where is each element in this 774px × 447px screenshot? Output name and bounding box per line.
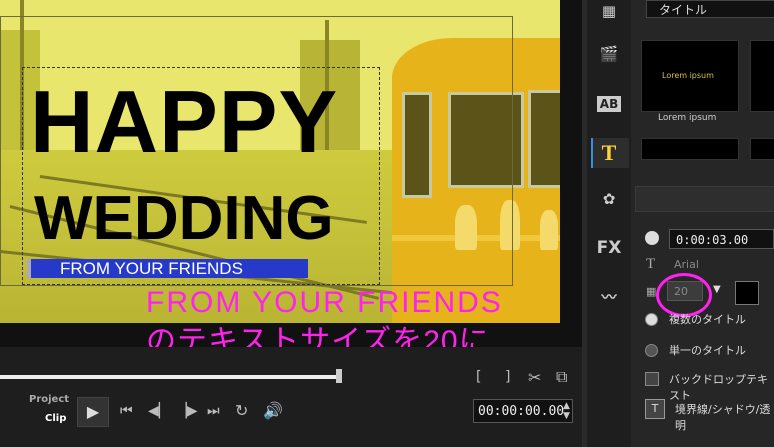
title-line-wedding[interactable]: WEDDING xyxy=(34,188,334,250)
tool-path[interactable]: 〰 xyxy=(587,280,631,314)
subtitle-text[interactable]: FROM YOUR FRIENDS xyxy=(60,259,243,279)
title-icon: T xyxy=(601,140,617,165)
font-name-field[interactable]: Arial xyxy=(674,258,699,271)
scrubber-handle[interactable] xyxy=(336,369,342,383)
tool-fx[interactable]: FX xyxy=(587,231,631,265)
train-figure xyxy=(500,200,520,250)
transition-icon: AB xyxy=(596,96,622,112)
category-value: タイトル xyxy=(659,3,708,17)
border-shadow-label[interactable]: 境界線/シャドウ/透明 xyxy=(675,401,774,433)
tool-title[interactable]: T xyxy=(587,136,631,170)
train-figure xyxy=(455,205,477,250)
path-icon: 〰 xyxy=(601,288,617,306)
title-thumbnail[interactable] xyxy=(750,138,774,160)
preview-window: HAPPY WEDDING FROM YOUR FRIENDS FROM YOU… xyxy=(0,0,582,347)
font-size-icon: ▦ xyxy=(646,285,657,298)
radio-multiple-titles[interactable] xyxy=(645,313,658,326)
backdrop-text-label: バックドロップテキスト xyxy=(669,373,768,402)
enlarge-preview-icon[interactable]: ⧉ xyxy=(556,367,567,387)
train-window xyxy=(448,92,524,188)
options-tab-strip[interactable] xyxy=(635,186,774,212)
multiple-titles-label: 複数のタイトル xyxy=(669,313,746,326)
mark-out-icon[interactable]: ] xyxy=(505,369,510,385)
timecode-value: 00:00:00.00 xyxy=(478,404,565,419)
border-shadow-icon[interactable]: T xyxy=(645,399,665,419)
radio-single-title[interactable] xyxy=(645,344,658,357)
thumbnail-preview-text: Lorem ipsum xyxy=(662,71,714,80)
mark-in-icon[interactable]: [ xyxy=(476,369,481,385)
font-size-dropdown-icon[interactable]: ▼ xyxy=(713,284,721,295)
next-frame-icon[interactable]: ▕▶ xyxy=(176,403,198,419)
timecode-stepper[interactable]: ▲ ▼ xyxy=(563,401,570,421)
backdrop-text-checkbox[interactable] xyxy=(645,372,659,386)
annotation-line-1: FROM YOUR FRIENDS xyxy=(146,286,503,319)
thumbnail-label: Lorem ipsum xyxy=(658,113,717,123)
duration-value: 0:00:03.00 xyxy=(676,233,749,247)
train-figure xyxy=(540,210,558,250)
play-icon: ▶ xyxy=(86,402,100,421)
title-thumbnail[interactable] xyxy=(750,40,774,112)
clock-icon xyxy=(645,231,659,245)
duration-field[interactable]: 0:00:03.00 xyxy=(669,229,774,249)
go-to-end-icon[interactable]: ⏭ xyxy=(207,403,220,419)
tool-media[interactable]: ▦ xyxy=(587,0,631,28)
font-icon: T xyxy=(646,256,656,272)
single-title-label: 単一のタイトル xyxy=(669,344,746,357)
playback-progress-bar[interactable] xyxy=(0,375,338,379)
fx-icon: FX xyxy=(596,238,622,258)
tool-instant-project[interactable]: 🎬 xyxy=(587,37,631,71)
repeat-icon[interactable]: ↻ xyxy=(235,401,248,420)
tool-graphic[interactable]: ✿ xyxy=(587,182,631,216)
scissors-icon[interactable]: ✂ xyxy=(528,368,541,387)
title-line-happy[interactable]: HAPPY xyxy=(30,78,338,166)
train-window xyxy=(528,90,560,188)
category-dropdown[interactable]: タイトル xyxy=(646,0,774,18)
graphic-icon: ✿ xyxy=(602,190,616,208)
mode-project-button[interactable]: Project xyxy=(29,394,69,405)
media-icon: ▦ xyxy=(601,2,617,20)
go-to-start-icon[interactable]: ⏮ xyxy=(120,403,133,419)
timecode-field[interactable]: 00:00:00.00 xyxy=(473,399,573,423)
play-button[interactable]: ▶ xyxy=(77,397,109,427)
tool-transition[interactable]: AB xyxy=(587,86,631,120)
font-color-swatch[interactable] xyxy=(735,281,759,305)
instant-project-icon: 🎬 xyxy=(599,45,619,63)
volume-icon[interactable]: 🔊 xyxy=(263,401,283,420)
title-thumbnail[interactable] xyxy=(641,138,739,160)
mode-clip-button[interactable]: Clip xyxy=(45,413,66,424)
train-window xyxy=(402,92,432,198)
annotation-line-2: のテキストサイズを20に xyxy=(146,325,490,348)
previous-frame-icon[interactable]: ◀▏ xyxy=(148,403,170,419)
